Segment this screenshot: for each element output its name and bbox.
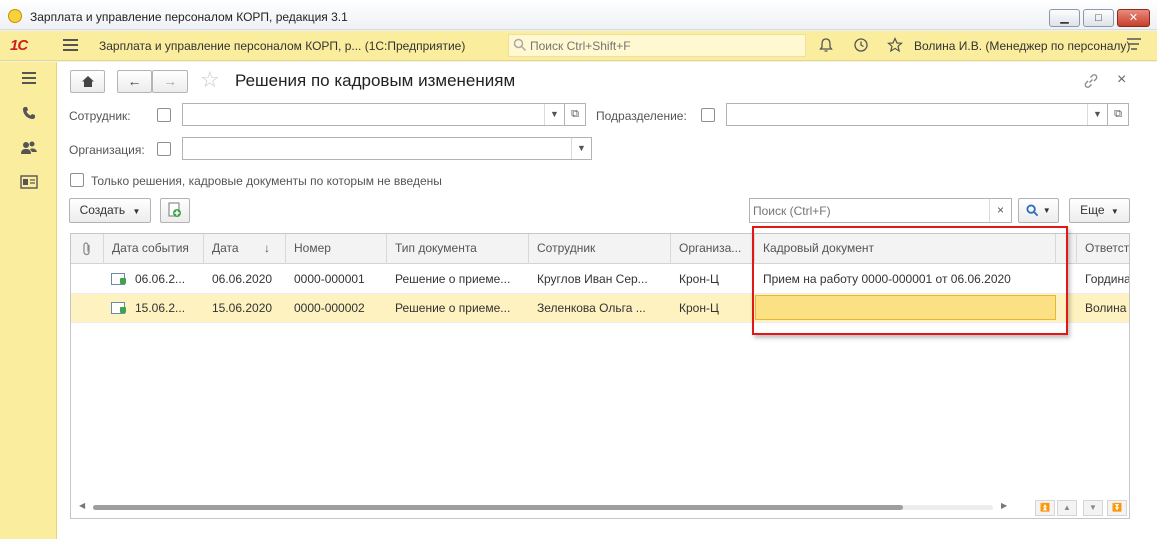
global-search[interactable]	[508, 34, 806, 57]
clear-search-icon[interactable]: ×	[989, 199, 1011, 222]
scroll-left-icon[interactable]: ◀	[79, 501, 85, 510]
scroll-top-button[interactable]: ⏫	[1035, 500, 1055, 516]
page-title: Решения по кадровым изменениям	[235, 71, 516, 90]
search-icon	[1026, 204, 1039, 217]
open-department-button[interactable]: ⧉	[1108, 103, 1129, 126]
app-icon	[8, 9, 22, 23]
close-window-button[interactable]: ✕	[1117, 9, 1150, 27]
settings-menu-icon[interactable]	[1125, 37, 1143, 55]
window-title: Зарплата и управление персоналом КОРП, р…	[30, 10, 348, 24]
list-search-input[interactable]	[753, 202, 983, 219]
highlight-frame	[752, 226, 1068, 335]
cell-event-date: 06.06.2...	[135, 272, 186, 286]
create-based-on-button[interactable]	[160, 198, 190, 223]
more-button[interactable]: Еще ▼	[1069, 198, 1130, 223]
scroll-right-icon[interactable]: ▶	[1001, 501, 1007, 510]
app-title: Зарплата и управление персоналом КОРП, р…	[99, 39, 466, 53]
cell-responsible: Волина	[1085, 301, 1127, 315]
chevron-down-icon[interactable]: ▼	[1087, 104, 1107, 125]
create-button-label: Создать	[79, 203, 126, 217]
add-document-icon	[168, 202, 181, 217]
1c-logo: 1С	[10, 37, 28, 54]
more-button-label: Еще	[1080, 203, 1105, 217]
department-filter-field[interactable]: ▼	[726, 103, 1108, 126]
cell-responsible: Гордина	[1085, 272, 1130, 286]
maximize-button[interactable]: □	[1083, 9, 1114, 27]
sort-desc-icon: ↓	[264, 241, 270, 255]
chevron-down-icon[interactable]: ▼	[571, 138, 591, 159]
employee-filter-checkbox[interactable]	[157, 108, 171, 122]
cell-number: 0000-000001	[294, 272, 365, 286]
menu-icon[interactable]	[63, 39, 78, 52]
cell-organization: Крон-Ц	[679, 272, 719, 286]
close-form-icon[interactable]: ×	[1117, 71, 1126, 89]
col-organization[interactable]: Организа...	[671, 234, 755, 264]
sections-menu-icon[interactable]	[20, 71, 38, 89]
department-filter-label: Подразделение:	[596, 109, 687, 123]
create-button[interactable]: Создать ▼	[69, 198, 151, 223]
col-number[interactable]: Номер	[286, 234, 387, 264]
cell-employee: Круглов Иван Сер...	[537, 272, 648, 286]
cell-organization: Крон-Ц	[679, 301, 719, 315]
scroll-up-button[interactable]: ▲	[1057, 500, 1077, 516]
bell-icon[interactable]	[817, 37, 835, 55]
minimize-button[interactable]: ▁	[1049, 9, 1080, 27]
organization-filter-label: Организация:	[69, 143, 145, 157]
search-button[interactable]: ▼	[1018, 198, 1059, 223]
employee-filter-field[interactable]: ▼	[182, 103, 565, 126]
employee-filter-label: Сотрудник:	[69, 109, 131, 123]
col-date[interactable]: Дата ↓	[204, 234, 286, 264]
forward-button[interactable]: →	[152, 70, 188, 93]
global-search-input[interactable]	[530, 37, 800, 54]
cell-employee: Зеленкова Ольга ...	[537, 301, 646, 315]
department-filter-checkbox[interactable]	[701, 108, 715, 122]
users-icon[interactable]	[20, 140, 38, 158]
cell-date: 15.06.2020	[212, 301, 273, 315]
col-responsible[interactable]: Ответст	[1077, 234, 1129, 264]
only-decisions-label[interactable]: Только решения, кадровые документы по ко…	[91, 174, 442, 188]
organization-filter-field[interactable]: ▼	[182, 137, 592, 160]
only-decisions-checkbox[interactable]	[70, 173, 84, 187]
window-titlebar: Зарплата и управление персоналом КОРП, р…	[0, 0, 1157, 30]
document-posted-icon	[111, 302, 126, 314]
cell-number: 0000-000002	[294, 301, 365, 315]
home-button[interactable]	[70, 70, 105, 93]
open-employee-button[interactable]: ⧉	[565, 103, 586, 126]
list-search-field[interactable]: ×	[749, 198, 1012, 223]
link-icon[interactable]	[1083, 73, 1099, 93]
horizontal-scrollbar[interactable]: ◀ ▶	[79, 501, 1009, 513]
sections-panel	[0, 62, 57, 539]
cell-doc-type: Решение о приеме...	[395, 301, 511, 315]
scroll-thumb[interactable]	[93, 505, 903, 510]
col-doc-type[interactable]: Тип документа	[387, 234, 529, 264]
phone-icon[interactable]	[20, 105, 38, 123]
chevron-down-icon: ▼	[132, 207, 141, 216]
scroll-bottom-button[interactable]: ⏬	[1107, 500, 1127, 516]
cell-date: 06.06.2020	[212, 272, 273, 286]
chevron-down-icon: ▼	[1110, 207, 1119, 216]
col-event-date[interactable]: Дата события	[104, 234, 204, 264]
top-toolbar: 1С Зарплата и управление персоналом КОРП…	[0, 31, 1157, 61]
cell-event-date: 15.06.2...	[135, 301, 186, 315]
document-posted-icon	[111, 273, 126, 285]
search-icon	[513, 38, 527, 52]
chevron-down-icon[interactable]: ▼	[544, 104, 564, 125]
id-card-icon[interactable]	[20, 175, 38, 193]
chevron-down-icon: ▼	[1042, 206, 1051, 215]
favorite-star-icon[interactable]: ☆	[200, 68, 220, 92]
back-button[interactable]: ←	[117, 70, 152, 93]
cell-doc-type: Решение о приеме...	[395, 272, 511, 286]
attachment-column-icon[interactable]	[71, 234, 104, 264]
col-date-label: Дата	[212, 241, 239, 255]
history-icon[interactable]	[852, 37, 870, 55]
current-user[interactable]: Волина И.В. (Менеджер по персоналу)	[914, 39, 1130, 53]
organization-filter-checkbox[interactable]	[157, 142, 171, 156]
col-employee[interactable]: Сотрудник	[529, 234, 671, 264]
favorites-icon[interactable]	[886, 37, 904, 55]
scroll-down-button[interactable]: ▼	[1083, 500, 1103, 516]
